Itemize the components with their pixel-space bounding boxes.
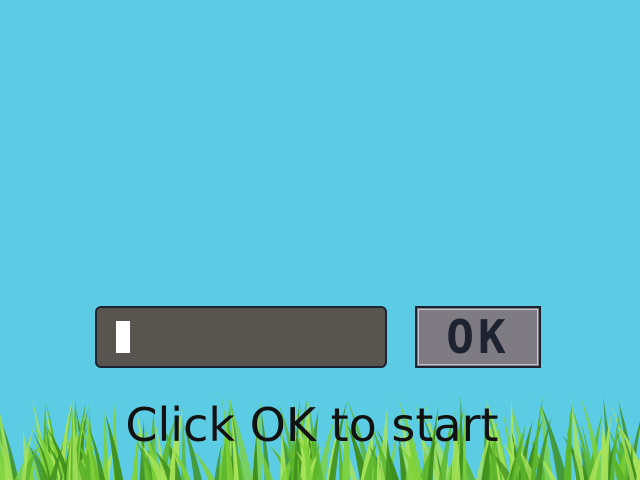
start-hint-text: Click OK to start: [125, 398, 499, 452]
ok-button-label: OK: [446, 310, 510, 364]
ok-button[interactable]: OK: [415, 306, 541, 368]
name-input[interactable]: [95, 306, 387, 368]
text-caret: [116, 321, 130, 353]
